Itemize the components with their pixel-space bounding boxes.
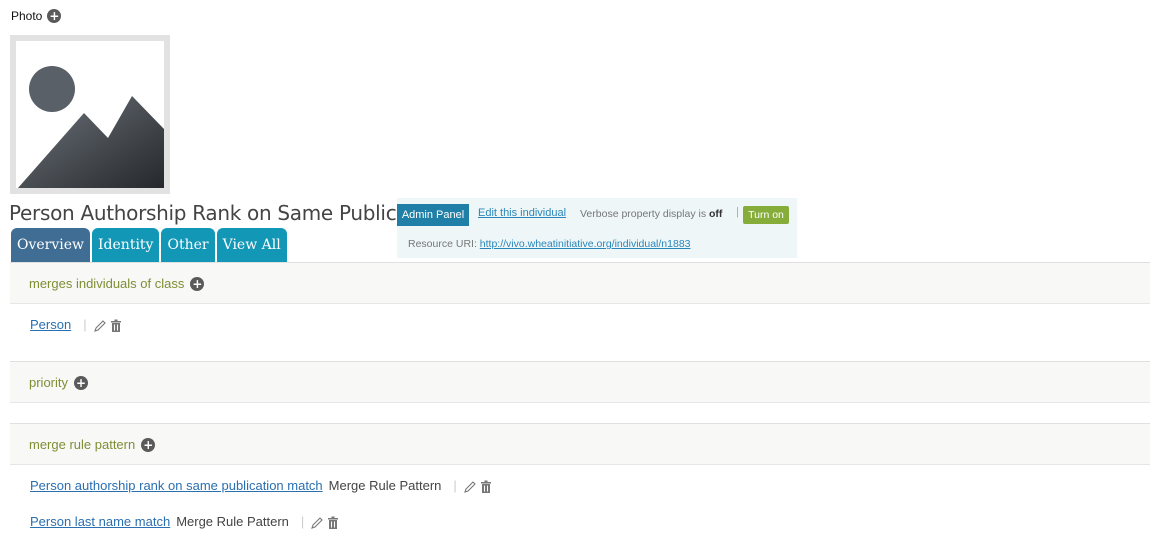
tab-bar: Overview Identity Other View All xyxy=(11,228,287,262)
edit-icon[interactable] xyxy=(93,317,107,333)
property-list: merges individuals of class + Person | p… xyxy=(10,262,1150,550)
section-merge-rule-pattern: merge rule pattern + xyxy=(10,423,1150,465)
verbose-status: Verbose property display is off xyxy=(580,208,722,220)
item-link[interactable]: Person xyxy=(30,317,71,332)
admin-separator: | xyxy=(736,206,739,218)
admin-panel: Admin Panel Edit this individual Verbose… xyxy=(397,198,797,258)
item-separator: | xyxy=(83,317,87,333)
section-priority: priority + xyxy=(10,361,1150,403)
list-item: Person authorship rank on same publicati… xyxy=(30,478,492,494)
edit-icon[interactable] xyxy=(463,478,477,494)
resource-uri-label: Resource URI: xyxy=(408,238,477,250)
list-item: Person | xyxy=(30,317,122,333)
delete-icon[interactable] xyxy=(480,478,492,494)
photo-label: Photo xyxy=(11,9,43,23)
add-photo-icon[interactable]: + xyxy=(47,9,62,23)
tab-overview[interactable]: Overview xyxy=(11,228,91,262)
item-link[interactable]: Person authorship rank on same publicati… xyxy=(30,478,323,493)
item-type: Merge Rule Pattern xyxy=(328,478,442,494)
add-property-icon[interactable]: + xyxy=(74,375,89,390)
photo-heading: Photo + xyxy=(11,9,62,23)
tab-view-all[interactable]: View All xyxy=(216,228,287,262)
section-title: priority xyxy=(29,375,69,390)
section-title: merges individuals of class xyxy=(29,276,185,291)
verbose-prefix: Verbose property display is xyxy=(580,208,707,220)
item-separator: | xyxy=(453,478,457,494)
section-merges-individuals-of-class: merges individuals of class + xyxy=(10,262,1150,304)
individual-title: Person Authorship Rank on Same Publicati… xyxy=(9,201,446,225)
add-property-icon[interactable]: + xyxy=(190,276,205,291)
list-item: Person last name match Merge Rule Patter… xyxy=(30,514,339,530)
tab-other[interactable]: Other xyxy=(161,228,215,262)
edit-individual-link[interactable]: Edit this individual xyxy=(478,207,566,219)
item-type: Merge Rule Pattern xyxy=(176,514,289,530)
photo-placeholder[interactable] xyxy=(10,35,170,194)
verbose-state: off xyxy=(709,208,723,220)
admin-panel-badge: Admin Panel xyxy=(397,204,469,226)
item-separator: | xyxy=(300,514,305,530)
turn-on-button[interactable]: Turn on xyxy=(743,206,789,224)
edit-icon[interactable] xyxy=(310,514,324,530)
add-property-icon[interactable]: + xyxy=(141,437,156,452)
section-title: merge rule pattern xyxy=(29,437,136,452)
delete-icon[interactable] xyxy=(110,317,122,333)
item-link[interactable]: Person last name match xyxy=(30,514,170,529)
tab-identity[interactable]: Identity xyxy=(92,228,160,262)
delete-icon[interactable] xyxy=(327,514,339,530)
resource-uri-link[interactable]: http://vivo.wheatinitiative.org/individu… xyxy=(480,238,691,250)
image-placeholder-icon xyxy=(16,41,164,188)
resource-uri: Resource URI: http://vivo.wheatinitiativ… xyxy=(408,238,691,250)
